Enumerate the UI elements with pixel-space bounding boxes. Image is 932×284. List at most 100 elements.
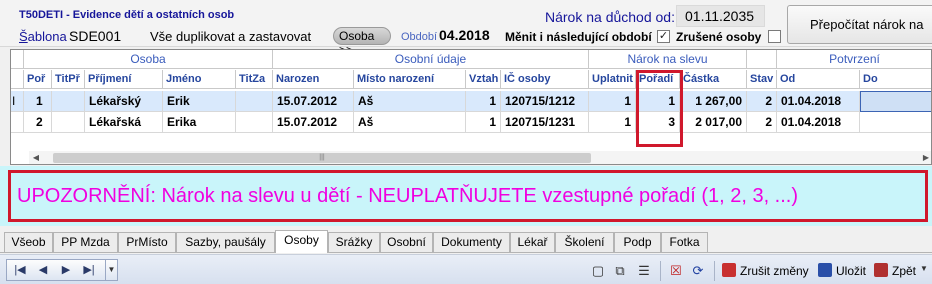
cell-uplatnit[interactable]: 1	[589, 91, 636, 112]
pension-date-label: Nárok na důchod od:	[545, 9, 675, 25]
refresh-icon[interactable]: ⟳	[690, 263, 706, 279]
change-following-checkbox[interactable]: ✓	[657, 30, 670, 43]
cell-misto[interactable]: Aš	[354, 112, 466, 133]
col-od[interactable]: Od	[777, 70, 860, 89]
record-navigator: |◀ ◀ ▶ ▶| ▼	[6, 259, 118, 281]
tab-podp[interactable]: Podp	[614, 232, 661, 252]
col-uplatnit[interactable]: Uplatnit	[589, 70, 636, 89]
module-title: T50DETI - Evidence dětí a ostatních osob	[19, 9, 235, 21]
tab-sazby-pausaly[interactable]: Sazby, paušály	[176, 232, 275, 252]
bottom-toolbar: |◀ ◀ ▶ ▶| ▼ ▢ ⧉ ☰ ☒ ⟳ Zrušit změny Uloži…	[0, 254, 932, 284]
scroll-left-icon[interactable]: ◀	[29, 151, 43, 164]
cell-titpr[interactable]	[52, 112, 85, 133]
cell-jmeno[interactable]: Erik	[163, 91, 236, 112]
cancelled-persons-checkbox[interactable]	[768, 30, 781, 43]
col-do[interactable]: Do	[860, 70, 931, 89]
template-label: Šablona	[19, 29, 67, 44]
list-edit-icon[interactable]: ☰	[636, 263, 652, 279]
tab-pp-mzda[interactable]: PP Mzda	[53, 232, 118, 252]
persons-grid[interactable]: Osoba Osobní údaje Nárok na slevu Potvrz…	[10, 49, 932, 165]
col-vztah[interactable]: Vztah	[466, 70, 501, 89]
next-record-icon[interactable]: ▶	[56, 261, 76, 279]
person-button[interactable]: Osoba >>	[333, 27, 391, 57]
cell-vztah[interactable]: 1	[466, 91, 501, 112]
col-titpr[interactable]: TitPř	[52, 70, 85, 89]
cell-titza[interactable]	[236, 91, 273, 112]
scroll-right-icon[interactable]: ▶	[919, 151, 931, 164]
col-narozen[interactable]: Narozen	[273, 70, 354, 89]
col-misto-narozeni[interactable]: Místo narození	[354, 70, 466, 89]
cell-prijmeni[interactable]: Lékařský	[85, 91, 163, 112]
pension-date-value: 01.11.2035	[676, 5, 765, 27]
template-description: Vše duplikovat a zastavovat	[150, 29, 312, 44]
template-code[interactable]: SDE001	[69, 28, 121, 44]
tab-lekar[interactable]: Lékař	[510, 232, 555, 252]
col-titza[interactable]: TitZa	[236, 70, 273, 89]
cell-do[interactable]	[860, 112, 931, 133]
col-ic-osoby[interactable]: IČ osoby	[501, 70, 589, 89]
prev-record-icon[interactable]: ◀	[33, 261, 53, 279]
last-record-icon[interactable]: ▶|	[79, 261, 99, 279]
col-indicator	[11, 70, 24, 89]
cell-misto[interactable]: Aš	[354, 91, 466, 112]
cell-por[interactable]: 1	[24, 91, 52, 112]
cell-uplatnit[interactable]: 1	[589, 112, 636, 133]
row-indicator: I	[11, 91, 24, 112]
col-jmeno[interactable]: Jméno	[163, 70, 236, 89]
recalculate-button[interactable]: Přepočítat nárok na	[787, 5, 932, 44]
form-header: T50DETI - Evidence dětí a ostatních osob…	[0, 0, 932, 57]
tab-vseob[interactable]: Všeob	[4, 232, 53, 252]
cell-vztah[interactable]: 1	[466, 112, 501, 133]
cell-stav[interactable]: 2	[747, 91, 777, 112]
save-button[interactable]: Uložit	[818, 263, 866, 281]
template-label-rest: ablona	[27, 29, 67, 44]
tab-srazky[interactable]: Srážky	[328, 232, 380, 252]
cell-narozen[interactable]: 15.07.2012	[273, 112, 354, 133]
cell-narozen[interactable]: 15.07.2012	[273, 91, 354, 112]
cell-castka[interactable]: 1 267,00	[680, 91, 747, 112]
cell-ic-osoby[interactable]: 120715/1212	[501, 91, 589, 112]
group-osoba: Osoba	[24, 50, 273, 69]
cell-titpr[interactable]	[52, 91, 85, 112]
first-record-icon[interactable]: |◀	[10, 261, 30, 279]
cell-do[interactable]	[860, 91, 931, 112]
col-por[interactable]: Poř	[24, 70, 52, 89]
back-icon	[874, 263, 888, 277]
cell-ic-osoby[interactable]: 120715/1231	[501, 112, 589, 133]
poradi-highlight-box	[636, 70, 683, 147]
cell-prijmeni[interactable]: Lékařská	[85, 112, 163, 133]
group-narok-na-slevu: Nárok na slevu	[589, 50, 747, 69]
navigator-dropdown-icon[interactable]: ▼	[105, 260, 117, 280]
cell-castka[interactable]: 2 017,00	[680, 112, 747, 133]
cell-od[interactable]: 01.04.2018	[777, 112, 860, 133]
scrollbar-thumb[interactable]: |||	[53, 153, 591, 163]
group-osobni-udaje: Osobní údaje	[273, 50, 589, 69]
toolbar-dropdown-icon[interactable]: ▼	[916, 261, 932, 277]
col-stav[interactable]: Stav	[747, 70, 777, 89]
cancel-icon	[722, 263, 736, 277]
group-spacer	[11, 50, 24, 69]
cell-od[interactable]: 01.04.2018	[777, 91, 860, 112]
col-prijmeni[interactable]: Příjmení	[85, 70, 163, 89]
period-label: Období	[401, 31, 438, 43]
new-document-icon[interactable]: ▢	[590, 263, 606, 279]
back-button[interactable]: Zpět	[874, 263, 916, 281]
warning-message: UPOZORNĚNÍ: Nárok na slevu u dětí - NEUP…	[8, 170, 928, 222]
delete-record-icon[interactable]: ☒	[668, 263, 684, 279]
tab-fotka[interactable]: Fotka	[661, 232, 708, 252]
tab-dokumenty[interactable]: Dokumenty	[433, 232, 510, 252]
cell-titza[interactable]	[236, 112, 273, 133]
tab-osoby[interactable]: Osoby	[275, 230, 328, 253]
cell-por[interactable]: 2	[24, 112, 52, 133]
cell-jmeno[interactable]: Erika	[163, 112, 236, 133]
tab-prmisto[interactable]: PrMísto	[118, 232, 176, 252]
tab-osobni[interactable]: Osobní	[380, 232, 433, 252]
col-castka[interactable]: Částka	[680, 70, 747, 89]
group-potvrzeni: Potvrzení	[777, 50, 931, 69]
copy-record-icon[interactable]: ⧉	[612, 263, 628, 279]
cancel-changes-button[interactable]: Zrušit změny	[722, 263, 809, 281]
cell-stav[interactable]: 2	[747, 112, 777, 133]
horizontal-scrollbar[interactable]: ◀ ||| ▶	[29, 151, 931, 164]
tab-skoleni[interactable]: Školení	[555, 232, 614, 252]
tab-bar: Všeob PP Mzda PrMísto Sazby, paušály Oso…	[0, 230, 932, 253]
